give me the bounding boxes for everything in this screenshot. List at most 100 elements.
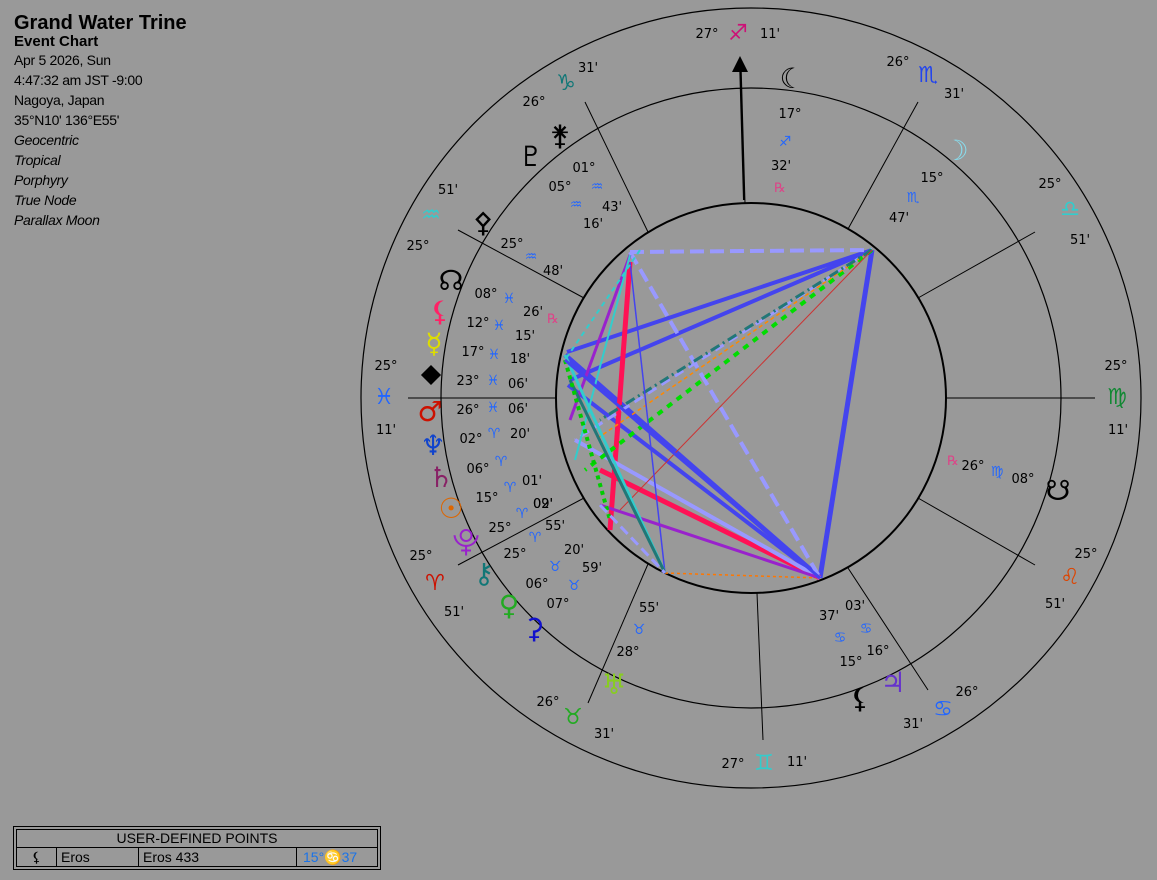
- pallas-minute: 48': [543, 264, 563, 279]
- ceres-degree: 07°: [546, 597, 569, 612]
- minor-line: [664, 572, 821, 579]
- mars-icon: ♂: [417, 395, 442, 428]
- moon-2-icon: ☽: [943, 134, 968, 167]
- sun-degree: 15°: [475, 491, 498, 506]
- moon-sign-icon: ♐: [779, 134, 792, 150]
- cusp-degree: 26°: [522, 95, 545, 110]
- south-node-retrograde-icon: ℞: [947, 454, 959, 469]
- moon-minute: 32': [771, 159, 791, 174]
- cusp-degree: 27°: [721, 757, 744, 772]
- eros-icon: ⚸: [17, 848, 57, 867]
- pluto-minute: 43': [602, 200, 622, 215]
- table-row[interactable]: ⚸ Eros Eros 433 15°♋37: [17, 848, 377, 867]
- virgo-glyph: ♍: [1107, 385, 1127, 410]
- aquarius-glyph: ♒: [421, 203, 441, 228]
- taurus-glyph: ♉: [563, 705, 583, 730]
- pallas-degree: 25°: [500, 237, 523, 252]
- square-line: [598, 467, 822, 581]
- moon-2-sign-icon: ♏: [907, 190, 920, 206]
- ceres-icon: ⚳: [524, 612, 545, 645]
- mars-degree: 26°: [456, 403, 479, 418]
- jupiter-icon: ♃: [880, 666, 905, 699]
- vertex-icon: ⯁: [420, 360, 442, 393]
- capricorn-glyph: ♑: [556, 71, 576, 96]
- lilith-icon: ⚸: [430, 295, 451, 328]
- cancer-glyph: ♋: [933, 697, 953, 722]
- cusp-degree: 26°: [955, 685, 978, 700]
- pisces-glyph: ♓: [374, 385, 394, 410]
- proserpina-sign-icon: ♈: [516, 506, 529, 522]
- chiron-sign-icon: ♈: [529, 530, 542, 546]
- neptune-minute: 20': [510, 427, 530, 442]
- aries-glyph: ♈: [425, 571, 445, 596]
- north-node-retrograde-icon: ℞: [547, 312, 559, 327]
- scorpio-glyph: ♏: [918, 63, 938, 88]
- vertex-degree: 23°: [456, 374, 479, 389]
- minor-line: [619, 249, 873, 511]
- vertex-sign-icon: ♓: [487, 373, 500, 389]
- trine-line: [566, 383, 822, 580]
- chiron-icon: ⚷: [474, 557, 495, 590]
- mercury-icon: ☿: [425, 327, 442, 360]
- cusp-minute: 51': [1045, 597, 1065, 612]
- cusp-minute: 51': [1070, 233, 1090, 248]
- venus-icon: ♀: [499, 589, 520, 622]
- cusp-minute: 31': [578, 61, 598, 76]
- ceres-minute: 59': [582, 561, 602, 576]
- cusp-degree: 27°: [695, 27, 718, 42]
- north-node-icon: ☊: [439, 264, 464, 297]
- cusp-degree: 26°: [536, 695, 559, 710]
- juno-icon: ⚵: [550, 119, 571, 152]
- trine-line: [569, 248, 873, 382]
- cusp-minute: 31': [944, 87, 964, 102]
- uranus-sign-icon: ♉: [633, 622, 646, 638]
- mc-arrowhead: [732, 56, 748, 72]
- pluto-degree: 05°: [548, 180, 571, 195]
- pallas-sign-icon: ♒: [525, 249, 538, 265]
- cusp-minute: 51': [444, 605, 464, 620]
- lilith-minute: 15': [515, 329, 535, 344]
- user-defined-points-table: USER-DEFINED POINTS ⚸ Eros Eros 433 15°♋…: [13, 826, 381, 870]
- mercury-minute: 18': [510, 352, 530, 367]
- moon-2-minute: 47': [889, 211, 909, 226]
- chiron-minute: 55': [545, 519, 565, 534]
- jupiter-minute: 03': [845, 599, 865, 614]
- pluto-sign-icon: ♒: [570, 197, 583, 213]
- saturn-minute: 01': [522, 474, 542, 489]
- cusp-degree: 25°: [1038, 177, 1061, 192]
- sun-sign-icon: ♈: [504, 480, 517, 496]
- mercury-sign-icon: ♓: [488, 347, 501, 363]
- cusp-degree: 25°: [1074, 547, 1097, 562]
- proserpina-icon: ⯓: [452, 525, 479, 558]
- udp-position: 15°♋37: [303, 849, 358, 865]
- venus-sign-icon: ♉: [549, 559, 562, 575]
- pallas-icon: ⚴: [473, 206, 494, 239]
- sextile-line: [629, 248, 873, 254]
- cusp-minute: 11': [787, 755, 807, 770]
- aspect-lines: [563, 248, 875, 581]
- neptune-sign-icon: ♈: [488, 426, 501, 442]
- cusp-minute: 31': [903, 717, 923, 732]
- south-node-icon: ☋: [1046, 474, 1071, 507]
- moon-2-degree: 15°: [920, 171, 943, 186]
- moon-degree: 17°: [778, 107, 801, 122]
- cusp-degree: 25°: [406, 239, 429, 254]
- lilith-sign-icon: ♓: [493, 318, 506, 334]
- jupiter-degree: 16°: [866, 644, 889, 659]
- gemini-glyph: ♊: [754, 751, 774, 776]
- cusp-degree: 25°: [374, 359, 397, 374]
- natal-chart-wheel[interactable]: 27° ♐ 11'26°♏31'25°♎51'25°♍11'25°♌51'26°♋3…: [0, 0, 1157, 880]
- cusp-minute: 51': [438, 183, 458, 198]
- chiron-degree: 25°: [503, 547, 526, 562]
- north-node-minute: 26': [523, 305, 543, 320]
- udp-header: USER-DEFINED POINTS: [17, 830, 377, 848]
- mercury-degree: 17°: [461, 345, 484, 360]
- libra-glyph: ♎: [1060, 197, 1080, 222]
- sun-minute: 02': [533, 497, 553, 512]
- juno-minute: 16': [583, 217, 603, 232]
- vertex-minute: 06': [508, 377, 528, 392]
- neptune-degree: 02°: [459, 432, 482, 447]
- venus-degree: 06°: [525, 577, 548, 592]
- uranus-icon: ♅: [601, 668, 626, 701]
- uranus-degree: 28°: [616, 645, 639, 660]
